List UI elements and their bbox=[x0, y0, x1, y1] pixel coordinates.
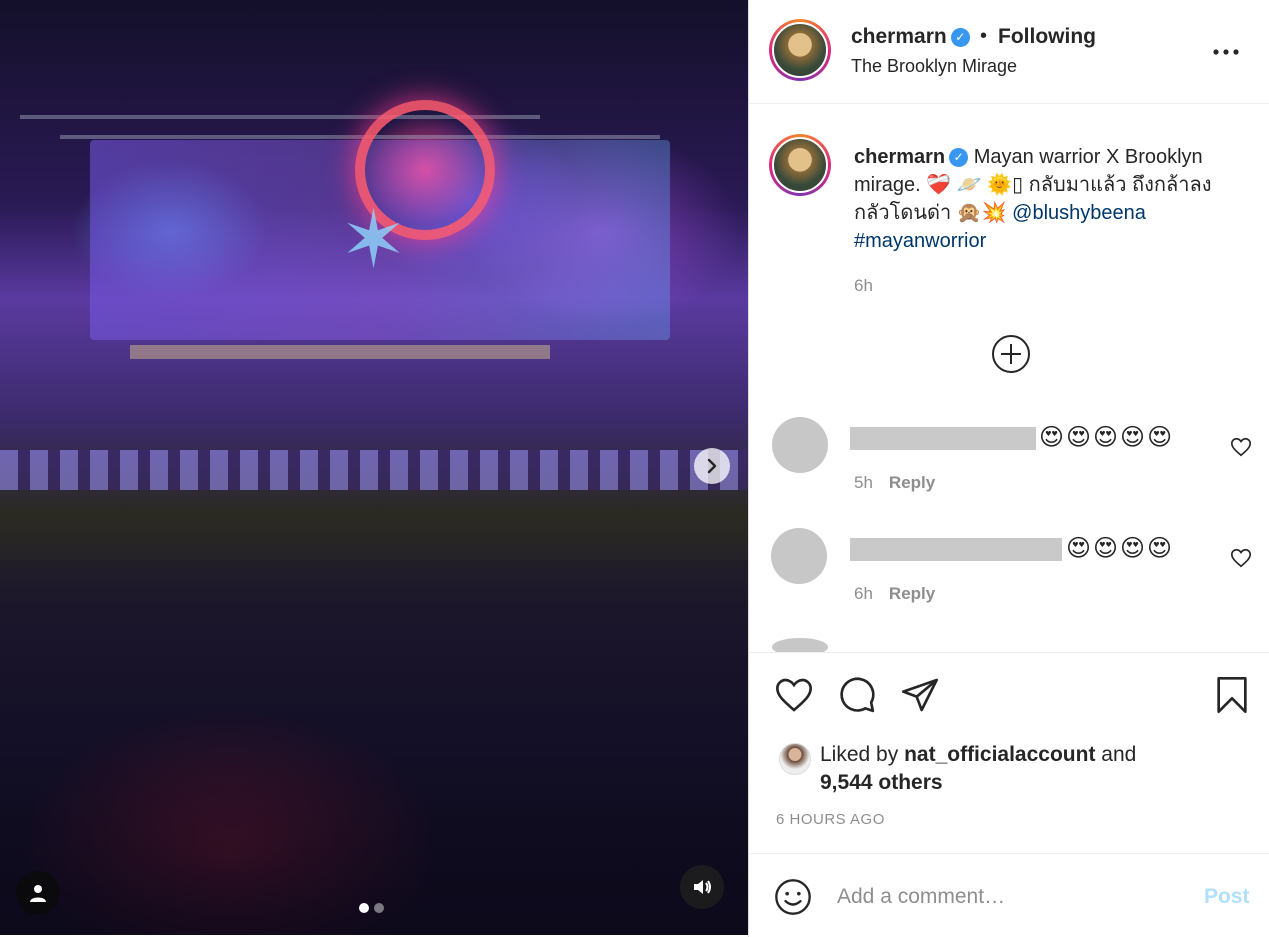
user-icon bbox=[30, 885, 46, 902]
carousel-dot bbox=[374, 903, 384, 913]
author-avatar[interactable] bbox=[769, 19, 831, 81]
stage-truss bbox=[60, 135, 660, 139]
commenter-avatar[interactable] bbox=[771, 528, 827, 584]
comment-button[interactable] bbox=[837, 675, 877, 715]
comment-meta: 5h Reply bbox=[854, 473, 935, 493]
speaker-icon bbox=[694, 880, 711, 894]
caption-author-avatar-image bbox=[772, 137, 828, 193]
share-button[interactable] bbox=[900, 675, 940, 715]
comment-input[interactable] bbox=[837, 882, 1177, 912]
heart-icon bbox=[1231, 548, 1251, 568]
liker-avatar[interactable] bbox=[779, 743, 811, 775]
author-avatar-image bbox=[772, 22, 828, 78]
next-slide-button[interactable] bbox=[694, 448, 730, 484]
likes-text: Liked by nat_officialaccount and 9,544 o… bbox=[820, 741, 1240, 797]
commenter-avatar[interactable] bbox=[772, 417, 828, 473]
tagged-users-button[interactable] bbox=[16, 871, 60, 915]
caption-mention-link[interactable]: @blushybeena bbox=[1012, 202, 1146, 224]
reply-button[interactable]: Reply bbox=[889, 473, 935, 492]
carousel-indicator bbox=[359, 903, 384, 913]
redacted-username bbox=[850, 427, 1036, 450]
post-actions: Liked by nat_officialaccount and 9,544 o… bbox=[749, 652, 1269, 853]
like-button[interactable] bbox=[774, 675, 814, 715]
separator-dot: • bbox=[980, 25, 988, 47]
following-button[interactable]: Following bbox=[998, 25, 1096, 49]
author-username-link[interactable]: chermarn ✓ bbox=[851, 25, 970, 49]
comments-scroll-area[interactable]: chermarn ✓ Mayan warrior X Brooklyn mirag… bbox=[749, 105, 1269, 652]
stage-lights-row bbox=[0, 450, 748, 490]
location-link[interactable]: The Brooklyn Mirage bbox=[851, 56, 1017, 77]
redacted-username bbox=[850, 538, 1062, 561]
plus-circle-icon bbox=[992, 335, 1030, 373]
crowd bbox=[0, 560, 748, 935]
comment-item: 😍😍😍😍 6h Reply bbox=[749, 528, 1269, 618]
verified-badge-icon: ✓ bbox=[949, 148, 969, 168]
more-options-icon bbox=[1213, 49, 1239, 55]
liker-username-link[interactable]: nat_officialaccount bbox=[904, 743, 1095, 766]
add-comment-bar: Post bbox=[749, 853, 1269, 937]
heart-icon bbox=[1231, 437, 1251, 457]
caption-author-avatar[interactable] bbox=[769, 134, 831, 196]
comment-text: 😍😍😍😍 bbox=[1066, 535, 1175, 562]
author-username[interactable]: chermarn bbox=[851, 25, 947, 48]
post-header: chermarn ✓ • Following The Brooklyn Mirag… bbox=[749, 0, 1269, 104]
post-timestamp[interactable]: 6 HOURS AGO bbox=[776, 811, 885, 828]
heart-icon bbox=[775, 678, 813, 712]
paper-plane-icon bbox=[902, 678, 938, 712]
comment-item: 😍😍😍😍😍 5h Reply bbox=[749, 417, 1269, 507]
stage-star-light: ✶ bbox=[340, 195, 408, 284]
verified-badge-icon: ✓ bbox=[950, 27, 970, 47]
comment-like-button[interactable] bbox=[1230, 547, 1252, 569]
caption-text: chermarn ✓ Mayan warrior X Brooklyn mirag… bbox=[854, 143, 1249, 255]
comment-time: 5h bbox=[854, 473, 873, 492]
post-details-panel: chermarn ✓ • Following The Brooklyn Mirag… bbox=[748, 0, 1269, 937]
comment-bubble-icon bbox=[840, 677, 875, 713]
comment-time: 6h bbox=[854, 584, 873, 603]
comment-item-partial bbox=[749, 635, 1269, 652]
emoji-picker-button[interactable] bbox=[773, 877, 813, 917]
likes-prefix: Liked by bbox=[820, 743, 905, 766]
caption-hashtag-link[interactable]: #mayanworrior bbox=[854, 230, 986, 252]
chevron-right-icon bbox=[707, 458, 717, 474]
post-comment-button[interactable]: Post bbox=[1204, 885, 1250, 909]
comment-like-button[interactable] bbox=[1230, 436, 1252, 458]
commenter-avatar bbox=[772, 638, 828, 652]
carousel-dot-active bbox=[359, 903, 369, 913]
more-options-button[interactable] bbox=[1213, 34, 1239, 62]
stage-deck bbox=[130, 345, 550, 359]
comment-meta: 6h Reply bbox=[854, 584, 935, 604]
bookmark-icon bbox=[1217, 677, 1247, 713]
likes-middle: and bbox=[1095, 743, 1137, 766]
load-more-comments-button[interactable] bbox=[991, 334, 1031, 374]
comment-text: 😍😍😍😍😍 bbox=[1039, 424, 1175, 451]
emoji-smile-icon bbox=[775, 879, 811, 915]
save-button[interactable] bbox=[1212, 675, 1252, 715]
reply-button[interactable]: Reply bbox=[889, 584, 935, 603]
likes-others-link[interactable]: 9,544 others bbox=[820, 771, 943, 794]
caption-time: 6h bbox=[854, 276, 873, 295]
caption-username[interactable]: chermarn bbox=[854, 146, 945, 168]
mute-toggle-button[interactable] bbox=[680, 865, 724, 909]
post-media-video[interactable]: ✶ bbox=[0, 0, 748, 935]
